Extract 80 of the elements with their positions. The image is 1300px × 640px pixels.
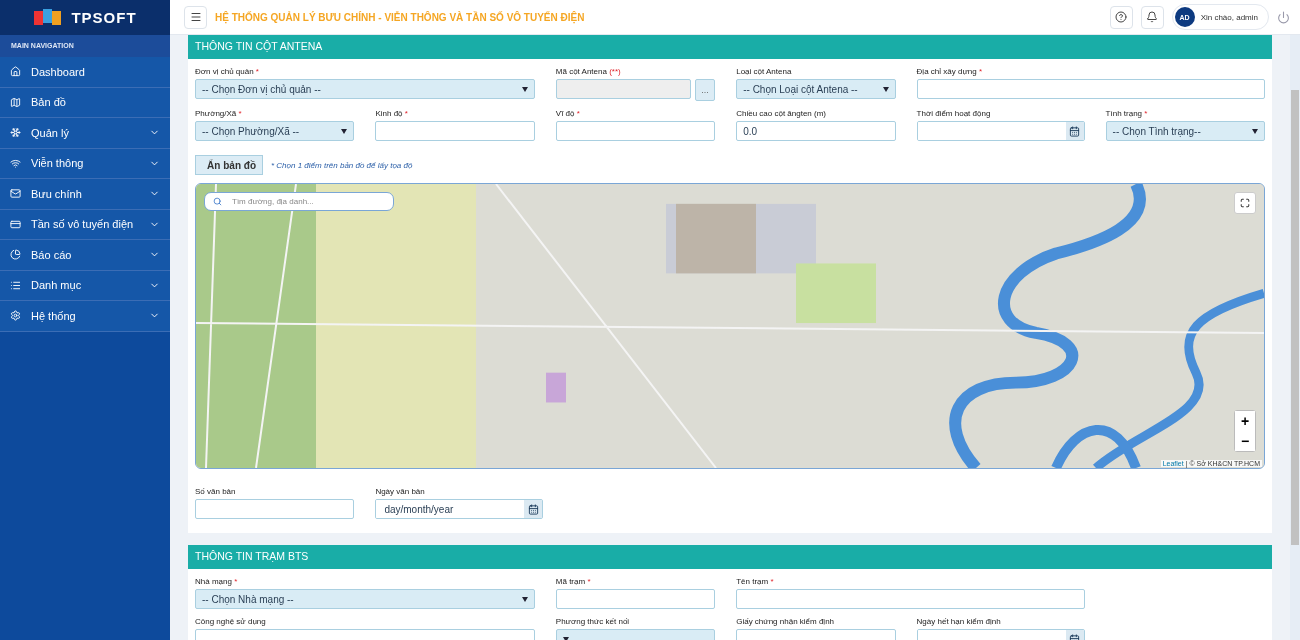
input-field[interactable]: [555, 589, 716, 609]
snowflake-icon: [10, 127, 21, 139]
fullscreen-icon: [1240, 198, 1250, 208]
nav-item[interactable]: Danh mục: [0, 270, 170, 301]
field-label: Phường/Xã *: [195, 109, 243, 118]
mail-icon: [10, 188, 21, 200]
field-label: Tình trạng *: [1105, 109, 1149, 118]
caret-icon: [521, 596, 528, 602]
settings-icon: [10, 310, 21, 322]
field-label: Mã trạm *: [555, 577, 592, 586]
brand-name: TPSOFT: [71, 9, 137, 26]
map-search-field[interactable]: Tìm đường, địa danh...: [204, 192, 394, 211]
hide-map-button[interactable]: Ẩn bản đồ: [195, 155, 263, 175]
field-label: Loại cột Antena: [736, 67, 793, 76]
select-field[interactable]: -- Chọn Tình trạng--: [1105, 121, 1265, 141]
search-icon: [213, 197, 222, 206]
field-label: Giấy chứng nhận kiểm định: [736, 617, 836, 626]
caret-icon: [341, 128, 348, 134]
section-title: THÔNG TIN TRẠM BTS: [188, 545, 1272, 569]
help-icon: [1115, 11, 1128, 23]
nav-item[interactable]: Tần số vô tuyến điện: [0, 209, 170, 240]
nav-item[interactable]: Hệ thống: [0, 301, 170, 332]
nav-item[interactable]: Dashboard: [0, 57, 170, 88]
wifi-icon: [10, 157, 21, 169]
nav-item[interactable]: Bưu chính: [0, 179, 170, 210]
field-label: Đơn vị chủ quản *: [195, 67, 260, 76]
input-field[interactable]: [916, 79, 1265, 99]
nav-item[interactable]: Quản lý: [0, 118, 170, 149]
field-label: Thời điểm hoạt động: [916, 109, 992, 118]
field-label: Kinh độ *: [375, 109, 409, 118]
list-icon: [10, 279, 21, 291]
field-label: Ngày văn bản: [375, 487, 426, 496]
select-field[interactable]: -- Chọn Nhà mạng --: [195, 589, 535, 609]
app-title: HỆ THỐNG QUẢN LÝ BƯU CHÍNH - VIỄN THÔNG VÀ TẦN SỐ VÔ TUYẾN ĐIỆN: [215, 11, 586, 23]
help-button[interactable]: [1109, 5, 1133, 29]
date-field[interactable]: [916, 121, 1085, 141]
calendar-icon: [1069, 125, 1081, 137]
field-label: Phương thức kết nối: [555, 617, 631, 626]
menu-button[interactable]: [184, 5, 207, 29]
input-field[interactable]: [555, 121, 716, 141]
field-label: Ngày hết hạn kiểm định: [916, 617, 1002, 626]
section-title: THÔNG TIN CỘT ANTENA: [188, 35, 1272, 59]
field-label: Mã cột Antena (**): [555, 67, 622, 76]
select-field[interactable]: -- Chọn Đơn vị chủ quản --: [195, 79, 535, 99]
caret-icon: [882, 86, 889, 92]
date-field[interactable]: day/month/year: [375, 499, 544, 519]
map-icon: [10, 96, 21, 108]
nav-item[interactable]: Bản đồ: [0, 87, 170, 118]
calendar-button[interactable]: [524, 500, 543, 518]
input-field[interactable]: 0.0: [736, 121, 896, 141]
input-field[interactable]: [375, 121, 535, 141]
nav-item[interactable]: Báo cáo: [0, 240, 170, 271]
select-field[interactable]: -- Chọn Loại cột Antena --: [736, 79, 896, 99]
field-label: Chiều cao cột ăngten (m): [736, 109, 827, 118]
pie-chart-icon: [10, 249, 21, 261]
greeting: Xin chào, admin: [1200, 12, 1258, 22]
caret-icon: [562, 636, 569, 640]
card-icon: [10, 218, 21, 230]
field-label: Công nghệ sử dụng: [195, 617, 267, 626]
notification-button[interactable]: [1140, 5, 1164, 29]
home-icon: [10, 66, 21, 78]
menu-icon: [189, 11, 202, 23]
field-label: Tên trạm *: [736, 577, 775, 586]
input-field[interactable]: [195, 499, 355, 519]
caret-icon: [521, 86, 528, 92]
caret-icon: [1252, 128, 1258, 134]
select-field[interactable]: -- Chọn Phường/Xã --: [195, 121, 355, 141]
input-field[interactable]: [736, 589, 1085, 609]
bell-icon: [1146, 11, 1159, 23]
field-label: Vĩ độ *: [555, 109, 581, 118]
fullscreen-button[interactable]: [1234, 192, 1256, 214]
field-label: Nhà mạng *: [195, 577, 239, 586]
calendar-icon: [527, 503, 539, 515]
map-hint: * Chọn 1 điểm trên bản đồ để lấy tọa độ: [271, 160, 413, 170]
field-label: Số văn bản: [195, 487, 237, 496]
field-label: Địa chỉ xây dựng *: [916, 67, 983, 76]
nav-item[interactable]: Viễn thông: [0, 148, 170, 179]
power-icon[interactable]: [1277, 10, 1290, 24]
lookup-button[interactable]: ...: [694, 79, 716, 101]
scrollbar[interactable]: [1290, 35, 1300, 640]
